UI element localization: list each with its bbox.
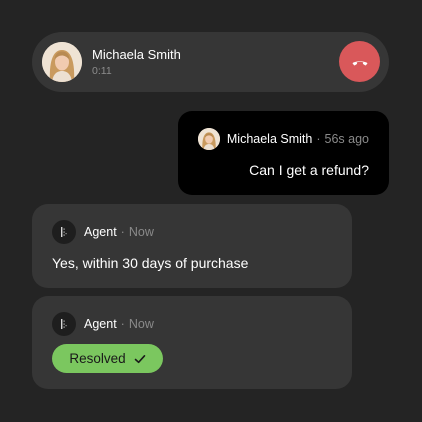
agent-status-time: Now bbox=[128, 317, 154, 331]
agent-logo-icon bbox=[52, 220, 76, 244]
agent-status-meta: Agent · Now bbox=[84, 317, 154, 331]
user-message-sender: Michaela Smith bbox=[226, 132, 313, 146]
resolved-badge: Resolved bbox=[52, 344, 163, 373]
agent-message-time: Now bbox=[128, 225, 154, 239]
agent-status-bubble: Agent · Now Resolved bbox=[32, 296, 352, 389]
call-bar: Michaela Smith 0:11 bbox=[32, 32, 389, 92]
user-message-meta: Michaela Smith · 56s ago bbox=[227, 132, 369, 146]
user-message-text: Can I get a refund? bbox=[249, 162, 369, 178]
phone-hangup-icon bbox=[350, 52, 370, 72]
agent-message-text: Yes, within 30 days of purchase bbox=[52, 255, 249, 271]
hangup-button[interactable] bbox=[339, 41, 380, 82]
agent-logo-icon bbox=[52, 312, 76, 336]
call-timer: 0:11 bbox=[92, 65, 112, 77]
caller-avatar bbox=[42, 42, 82, 82]
user-message-bubble: Michaela Smith · 56s ago Can I get a refun… bbox=[178, 111, 389, 195]
agent-message-sender: Agent bbox=[84, 225, 117, 239]
agent-message-meta: Agent · Now bbox=[84, 225, 154, 239]
resolved-label: Resolved bbox=[69, 351, 126, 366]
user-avatar bbox=[198, 128, 220, 150]
meta-separator: · bbox=[316, 132, 321, 146]
meta-separator: · bbox=[120, 317, 125, 331]
caller-name: Michaela Smith bbox=[92, 47, 181, 62]
meta-separator: · bbox=[120, 225, 125, 239]
user-message-time: 56s ago bbox=[324, 132, 369, 146]
check-icon bbox=[134, 353, 146, 365]
agent-status-sender: Agent bbox=[84, 317, 117, 331]
agent-message-bubble: Agent · Now Yes, within 30 days of purchas… bbox=[32, 204, 352, 288]
